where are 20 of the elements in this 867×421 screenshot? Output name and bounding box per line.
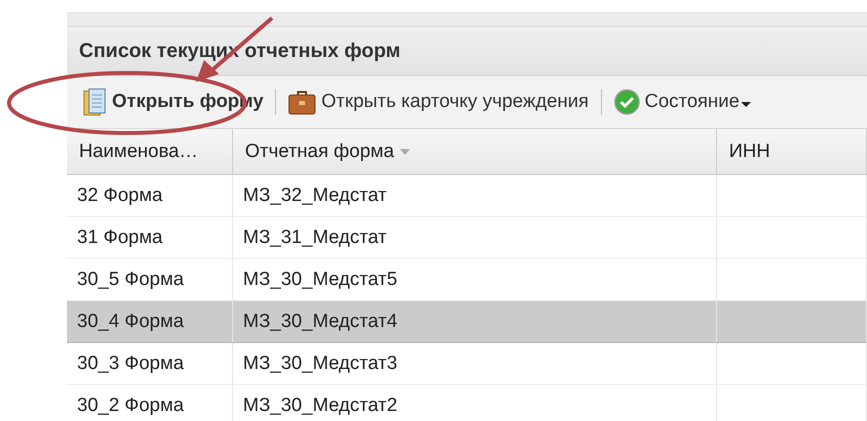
toolbar-button[interactable]: Состояние: [610, 87, 756, 117]
column-header[interactable]: ИНН: [717, 129, 867, 175]
table-cell: МЗ_30_Медстат2: [233, 385, 717, 421]
table-cell: МЗ_31_Медстат: [233, 217, 717, 259]
document-icon: [83, 88, 107, 116]
toolbar-button[interactable]: Открыть карточку учреждения: [284, 87, 593, 117]
check-circle-icon: [614, 89, 640, 115]
table-cell: 32 Форма: [67, 175, 233, 217]
table-cell: МЗ_30_Медстат3: [233, 343, 717, 385]
table-cell: 31 Форма: [67, 217, 233, 259]
column-header[interactable]: Отчетная форма: [233, 129, 717, 175]
table-cell: 30_4 Форма: [67, 301, 233, 343]
table-cell: МЗ_30_Медстат4: [233, 301, 717, 343]
table-cell: МЗ_32_Медстат: [233, 175, 717, 217]
column-header[interactable]: Наименова…: [67, 129, 233, 175]
table-cell: 30_2 Форма: [67, 385, 233, 421]
sort-icon: [400, 148, 410, 154]
briefcase-icon: [288, 89, 316, 115]
table-cell: 30_3 Форма: [67, 343, 233, 385]
caret-icon: [741, 102, 752, 106]
